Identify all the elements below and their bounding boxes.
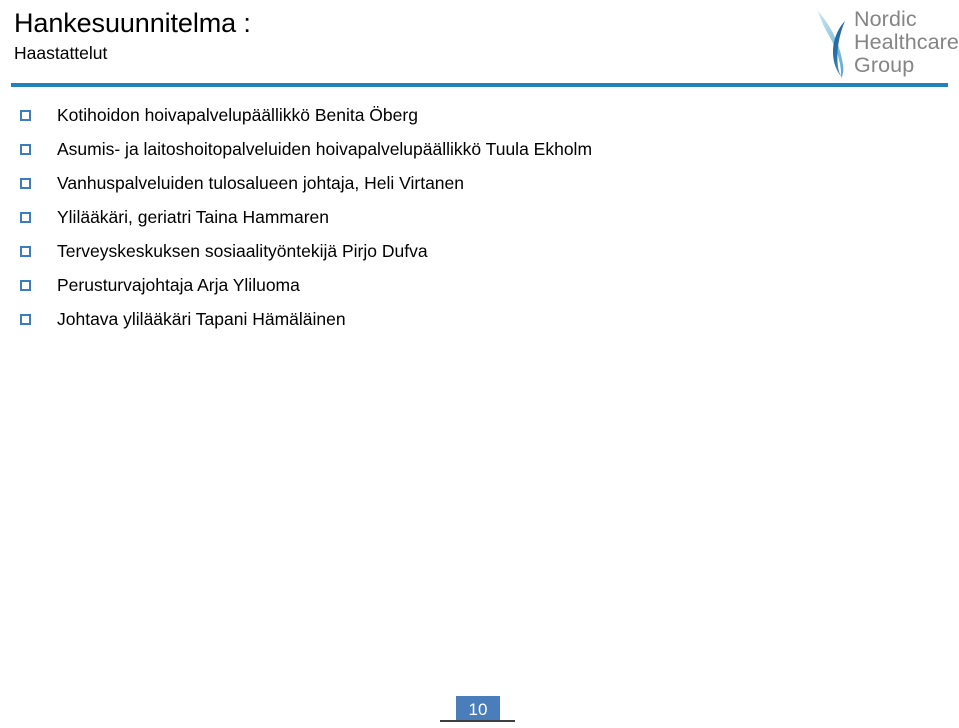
bullet-square-icon (20, 314, 31, 325)
slide-canvas: Hankesuunnitelma : Haastattelut Nordic H… (0, 0, 959, 728)
brand-logo-line-3: Group (854, 53, 915, 77)
bullet-square-icon (20, 178, 31, 189)
bullet-square-icon (20, 144, 31, 155)
header-divider (11, 83, 948, 87)
list-item-label: Asumis- ja laitoshoitopalveluiden hoivap… (57, 138, 593, 159)
list-item-label: Perusturvajohtaja Arja Yliluoma (57, 274, 300, 295)
swoosh-icon (818, 11, 845, 78)
bullet-square-icon (20, 212, 31, 223)
list-item: Perusturvajohtaja Arja Yliluoma (0, 268, 940, 302)
bullet-square-icon (20, 110, 31, 121)
list-item-label: Ylilääkäri, geriatri Taina Hammaren (57, 206, 330, 227)
list-item: Vanhuspalveluiden tulosalueen johtaja, H… (0, 166, 940, 200)
page-number: 10 (440, 694, 520, 724)
bullet-square-icon (20, 280, 31, 291)
list-item: Ylilääkäri, geriatri Taina Hammaren (0, 200, 940, 234)
list-item-label: Terveyskeskuksen sosiaalityöntekijä Pirj… (57, 240, 428, 261)
list-item-label: Kotihoidon hoivapalvelupäällikkö Benita … (57, 104, 418, 125)
brand-logo-line-2: Healthcare (854, 30, 959, 54)
page-title: Hankesuunnitelma : (14, 8, 251, 38)
brand-logo-line-1: Nordic (854, 7, 917, 31)
list-item-label: Vanhuspalveluiden tulosalueen johtaja, H… (57, 172, 465, 193)
list-item: Kotihoidon hoivapalvelupäällikkö Benita … (0, 98, 940, 132)
page-number-label: 10 (468, 699, 488, 719)
page-subtitle: Haastattelut (14, 43, 108, 63)
interview-list: Kotihoidon hoivapalvelupäällikkö Benita … (0, 98, 940, 336)
page-number-badge: 10 (456, 696, 500, 722)
brand-logo-text: Nordic Healthcare Group (854, 8, 959, 77)
list-item-label: Johtava ylilääkäri Tapani Hämäläinen (57, 308, 346, 329)
page-number-underline (440, 720, 515, 722)
bullet-square-icon (20, 246, 31, 257)
list-item: Terveyskeskuksen sosiaalityöntekijä Pirj… (0, 234, 940, 268)
slide-header: Hankesuunnitelma : Haastattelut (14, 8, 634, 64)
brand-logo: Nordic Healthcare Group (812, 7, 959, 79)
list-item: Johtava ylilääkäri Tapani Hämäläinen (0, 302, 940, 336)
list-item: Asumis- ja laitoshoitopalveluiden hoivap… (0, 132, 940, 166)
